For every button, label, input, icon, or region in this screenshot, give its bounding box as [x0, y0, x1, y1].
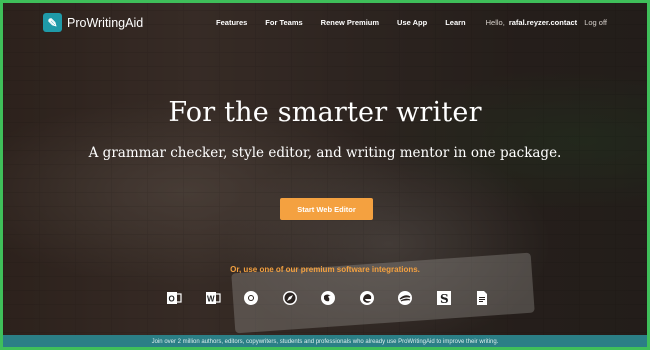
svg-text:S: S	[440, 292, 449, 306]
svg-text:W: W	[207, 295, 215, 304]
nav-links: Features For Teams Renew Premium Use App…	[198, 18, 607, 27]
nav-for-teams[interactable]: For Teams	[265, 18, 302, 27]
nav-renew-premium[interactable]: Renew Premium	[321, 18, 379, 27]
chrome-icon[interactable]	[240, 289, 262, 307]
nav-use-app[interactable]: Use App	[397, 18, 427, 27]
brand-name: ProWritingAid	[67, 15, 144, 30]
hero-subheadline: A grammar checker, style editor, and wri…	[88, 145, 562, 161]
integrations-text: Or, use one of our premium software inte…	[230, 265, 420, 274]
hero-headline: For the smarter writer	[168, 97, 482, 128]
nav-learn[interactable]: Learn	[445, 18, 465, 27]
edge-icon[interactable]	[356, 289, 378, 307]
openoffice-icon[interactable]	[394, 289, 416, 307]
hello-label: Hello,	[485, 18, 505, 27]
integrations-row: O W S	[163, 288, 493, 308]
google-docs-icon[interactable]	[471, 289, 493, 307]
word-icon[interactable]: W	[202, 289, 224, 307]
outlook-icon[interactable]: O	[163, 289, 185, 307]
start-web-editor-button[interactable]: Start Web Editor	[280, 198, 373, 220]
firefox-icon[interactable]	[317, 289, 339, 307]
page-frame: ✎ ProWritingAid Features For Teams Renew…	[0, 0, 650, 350]
quill-logo-icon: ✎	[43, 13, 62, 32]
log-off-link[interactable]: Log off	[584, 18, 607, 27]
safari-icon[interactable]	[279, 289, 301, 307]
nav-features[interactable]: Features	[216, 18, 247, 27]
username-link[interactable]: rafal.reyzer.contact	[509, 18, 577, 27]
brand-logo[interactable]: ✎ ProWritingAid	[43, 13, 143, 32]
scrivener-icon[interactable]: S	[433, 289, 455, 307]
top-nav: ✎ ProWritingAid Features For Teams Renew…	[3, 3, 647, 43]
footer-banner: Join over 2 million authors, editors, co…	[3, 335, 647, 347]
svg-text:O: O	[169, 295, 175, 304]
